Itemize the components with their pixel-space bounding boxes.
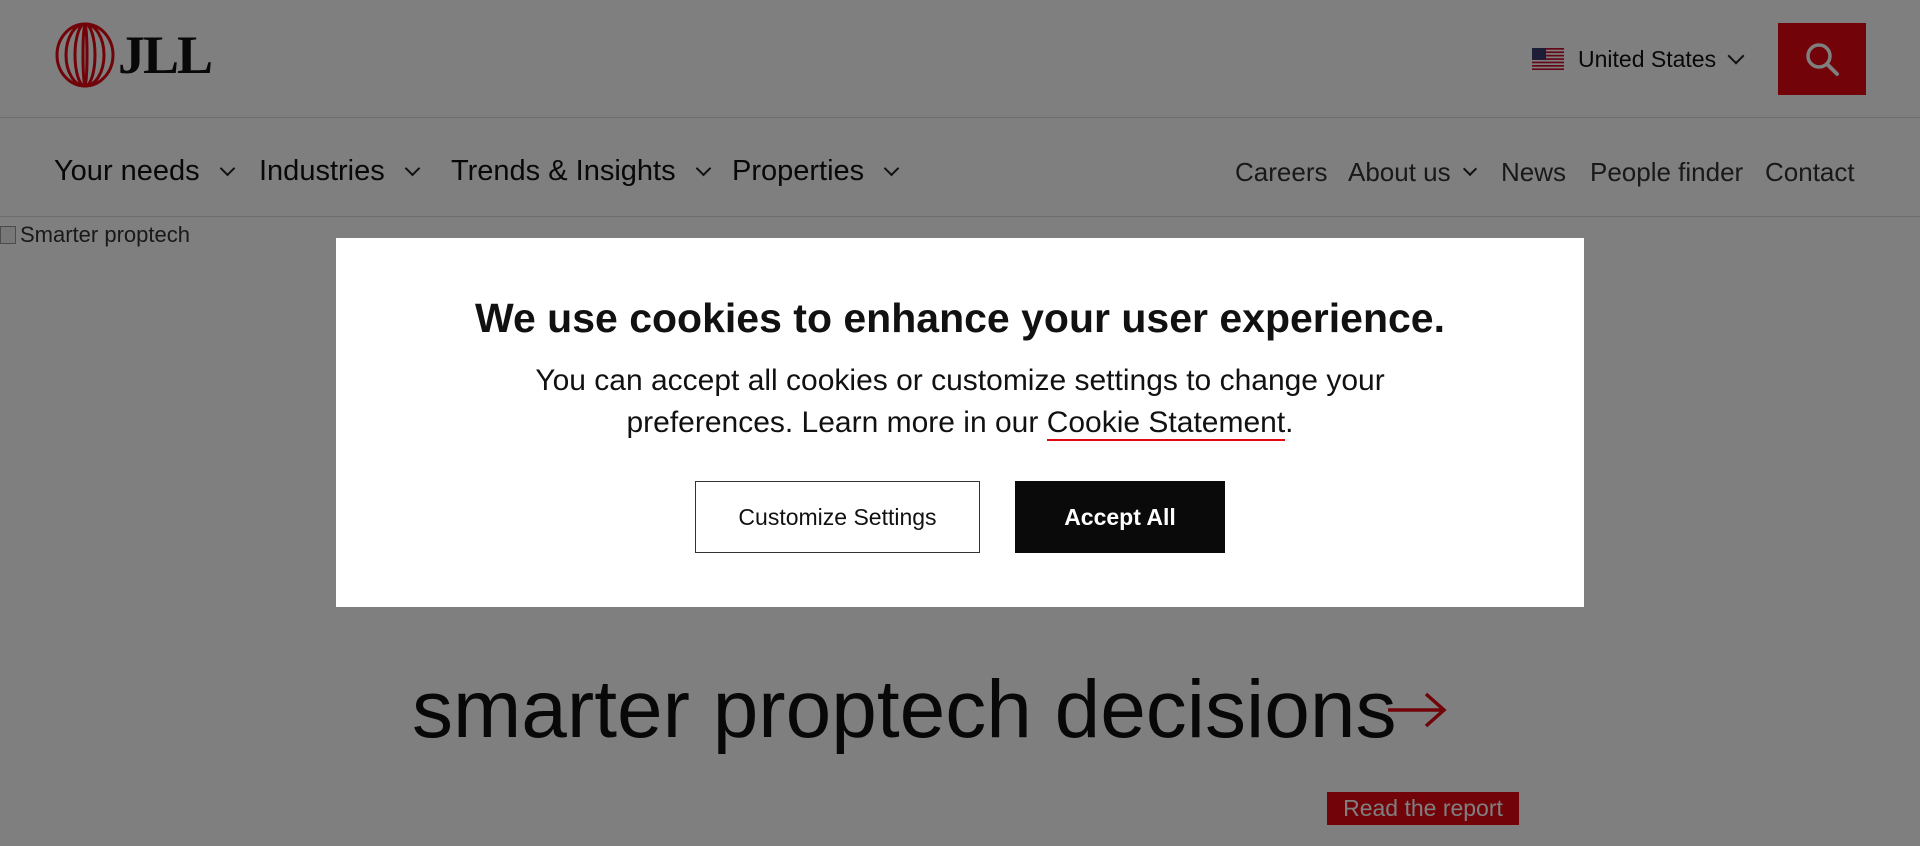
- cookie-statement-link[interactable]: Cookie Statement: [1046, 406, 1286, 441]
- accept-all-button[interactable]: Accept All: [1015, 481, 1225, 553]
- cookie-body-suffix: .: [1285, 406, 1294, 439]
- customize-settings-button[interactable]: Customize Settings: [695, 481, 980, 553]
- cookie-modal-title: We use cookies to enhance your user expe…: [475, 295, 1445, 341]
- cookie-consent-modal: We use cookies to enhance your user expe…: [336, 238, 1584, 607]
- cookie-modal-body: You can accept all cookies or customize …: [516, 360, 1404, 444]
